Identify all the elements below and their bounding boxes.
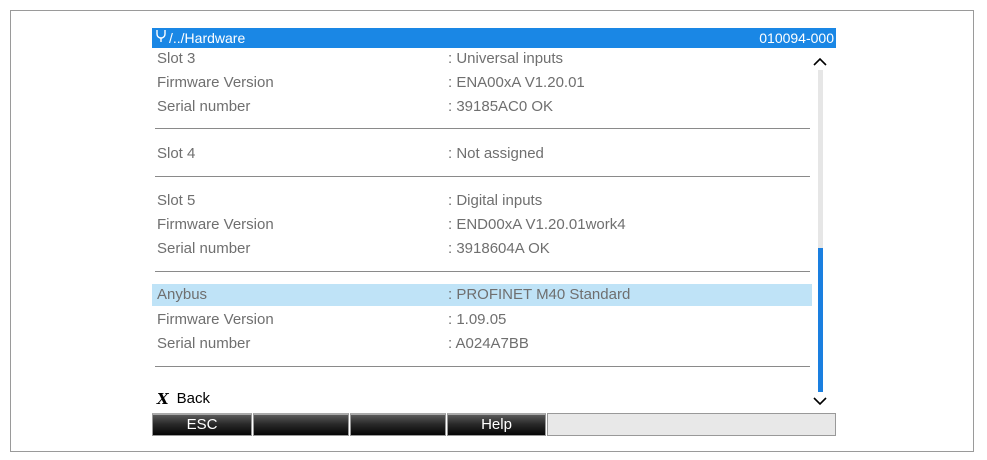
title-bar: /../Hardware 010094-000	[152, 28, 836, 48]
screen-code: 010094-000	[759, 30, 834, 46]
scrollbar-thumb[interactable]	[818, 248, 823, 392]
divider	[155, 176, 810, 177]
softkey-bar: ESC Help	[152, 413, 836, 436]
item-label: Slot 4	[157, 145, 196, 162]
item-value: : ENA00xA V1.20.01	[448, 74, 585, 91]
list-item-slot3[interactable]: Slot 3 : Universal inputs	[152, 48, 812, 70]
item-value: : Digital inputs	[448, 192, 543, 209]
item-value: : Universal inputs	[448, 50, 564, 67]
list-item-firmware[interactable]: Firmware Version : ENA00xA V1.20.01	[152, 72, 812, 94]
item-value: : 1.09.05	[448, 311, 507, 328]
divider	[155, 271, 810, 272]
softkey-2[interactable]	[253, 413, 349, 436]
softkey-3[interactable]	[350, 413, 446, 436]
list-item-serial[interactable]: Serial number : 3918604A OK	[152, 238, 812, 260]
item-value: : 39185AC0 OK	[448, 98, 554, 115]
list-item-firmware[interactable]: Firmware Version : 1.09.05	[152, 309, 812, 331]
item-label: Firmware Version	[157, 74, 274, 91]
breadcrumb-path: /../Hardware	[169, 30, 246, 46]
stethoscope-icon	[155, 28, 169, 48]
item-label: Serial number	[157, 335, 251, 352]
list-item-firmware[interactable]: Firmware Version : END00xA V1.20.01work4	[152, 214, 812, 236]
scroll-up-icon[interactable]	[811, 55, 829, 69]
item-value: : A024A7BB	[448, 335, 529, 352]
list-item-slot4[interactable]: Slot 4 : Not assigned	[152, 143, 812, 165]
softkey-help[interactable]: Help	[447, 413, 546, 436]
item-label: Slot 3	[157, 50, 196, 67]
x-icon: X	[157, 390, 169, 408]
item-label: Anybus	[157, 286, 208, 303]
list-item-serial[interactable]: Serial number : 39185AC0 OK	[152, 96, 812, 118]
hardware-list: Slot 3 : Universal inputs Firmware Versi…	[152, 48, 814, 438]
softkey-5[interactable]	[547, 413, 836, 436]
divider	[155, 128, 810, 129]
list-item-anybus[interactable]: Anybus : PROFINET M40 Standard	[152, 284, 812, 306]
item-label: Firmware Version	[157, 311, 274, 328]
breadcrumb: /../Hardware	[155, 28, 245, 48]
item-label: Serial number	[157, 240, 251, 257]
scroll-down-icon[interactable]	[811, 394, 829, 408]
back-item[interactable]: X Back	[157, 388, 210, 410]
list-item-serial[interactable]: Serial number : A024A7BB	[152, 333, 812, 355]
list-item-slot5[interactable]: Slot 5 : Digital inputs	[152, 190, 812, 212]
back-label: Back	[176, 390, 210, 407]
softkey-esc[interactable]: ESC	[152, 413, 252, 436]
item-label: Firmware Version	[157, 216, 274, 233]
divider	[155, 366, 810, 367]
item-label: Serial number	[157, 98, 251, 115]
item-value: : PROFINET M40 Standard	[448, 286, 631, 303]
item-label: Slot 5	[157, 192, 196, 209]
item-value: : Not assigned	[448, 145, 544, 162]
item-value: : 3918604A OK	[448, 240, 550, 257]
item-value: : END00xA V1.20.01work4	[448, 216, 626, 233]
device-screen: /../Hardware 010094-000 Slot 3 : Univers…	[152, 28, 836, 438]
